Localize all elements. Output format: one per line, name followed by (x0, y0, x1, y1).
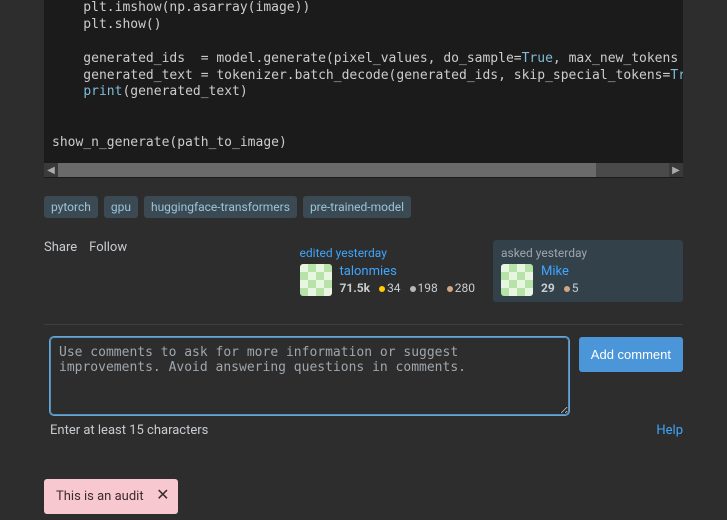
tag-pre-trained-model[interactable]: pre-trained-model (303, 196, 411, 218)
share-link[interactable]: Share (44, 240, 77, 255)
close-icon[interactable]: ✕ (156, 485, 169, 505)
avatar[interactable] (300, 264, 332, 296)
editor-card: edited yesterday talonmies 71.5k 34 198 … (292, 240, 483, 302)
comment-input[interactable] (50, 337, 569, 415)
comment-length-hint: Enter at least 15 characters (50, 423, 208, 438)
asker-reputation: 29 5 (541, 281, 579, 295)
add-comment-button[interactable]: Add comment (579, 337, 683, 372)
bronze-badge-icon (564, 286, 570, 292)
silver-badge-icon (410, 286, 416, 292)
post-actions: Share Follow (44, 240, 127, 255)
code-line: generated_ids = model.generate(pixel_val… (52, 51, 683, 66)
code-scrollbar[interactable]: ◀ ▶ (44, 162, 683, 178)
editor-reputation: 71.5k 34 198 280 (340, 281, 475, 295)
section-divider (44, 324, 683, 325)
comment-help-link[interactable]: Help (656, 423, 683, 438)
avatar[interactable] (501, 264, 533, 296)
scroll-track[interactable] (58, 163, 669, 177)
scroll-left-icon[interactable]: ◀ (44, 163, 58, 177)
asker-name-link[interactable]: Mike (541, 264, 579, 279)
code-block: plt.imshow(np.asarray(image)) plt.show()… (44, 0, 683, 162)
scroll-thumb[interactable] (58, 163, 596, 177)
bronze-badge-icon (447, 286, 453, 292)
code-line: plt.show() (52, 17, 162, 32)
tag-huggingface-transformers[interactable]: huggingface-transformers (144, 196, 297, 218)
scroll-right-icon[interactable]: ▶ (669, 163, 683, 177)
code-line: plt.imshow(np.asarray(image)) (52, 0, 310, 15)
code-line: show_n_generate(path_to_image) (52, 135, 287, 150)
asked-timestamp: asked yesterday (501, 246, 675, 260)
code-content: plt.imshow(np.asarray(image)) plt.show()… (44, 0, 683, 160)
tag-gpu[interactable]: gpu (104, 196, 138, 218)
audit-toast-text: This is an audit (56, 489, 144, 504)
asker-card: asked yesterday Mike 29 5 (493, 240, 683, 302)
tag-pytorch[interactable]: pytorch (44, 196, 98, 218)
edited-timestamp[interactable]: edited yesterday (300, 246, 475, 260)
code-line: generated_text = tokenizer.batch_decode(… (52, 68, 683, 83)
follow-link[interactable]: Follow (89, 240, 127, 255)
audit-toast: This is an audit ✕ (44, 479, 178, 514)
gold-badge-icon (379, 286, 385, 292)
code-line: print(generated_text) (52, 84, 248, 99)
tags-row: pytorch gpu huggingface-transformers pre… (44, 196, 683, 218)
editor-name-link[interactable]: talonmies (340, 264, 475, 279)
